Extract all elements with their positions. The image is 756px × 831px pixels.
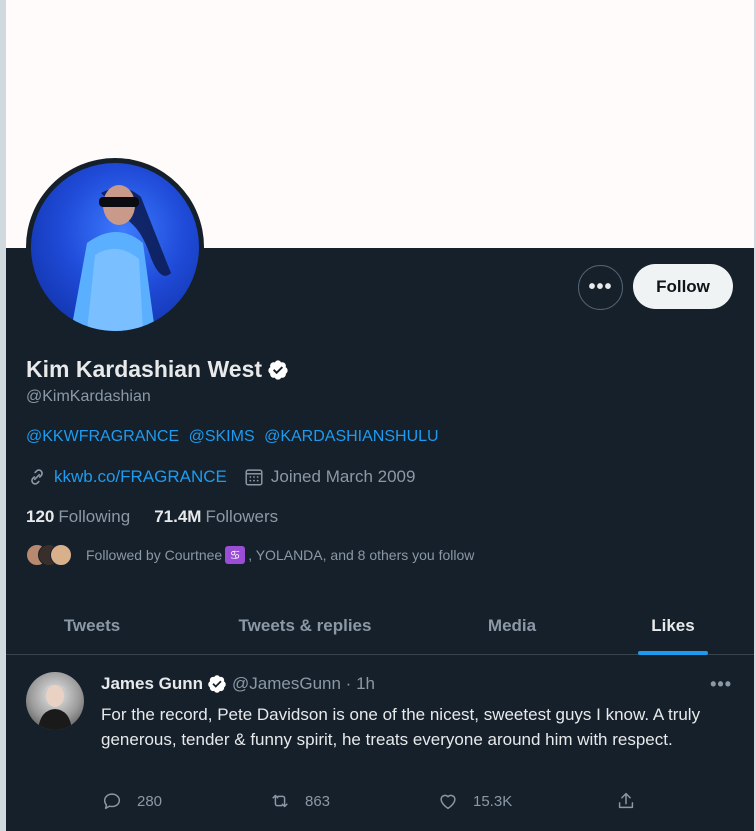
tab-media[interactable]: Media [432,597,592,655]
tweet-card[interactable]: James Gunn @JamesGunn · 1h ••• For the r… [6,656,754,831]
followed-by-avatars [26,544,72,566]
followed-by-row[interactable]: Followed by Courtnee ♋ , YOLANDA, and 8 … [26,544,474,566]
following-stat[interactable]: 120 Following [26,507,130,527]
link-icon [31,469,43,485]
followers-count: 71.4M [154,507,202,526]
tab-label: Tweets & replies [238,616,372,635]
reply-button[interactable]: 280 [101,790,162,812]
more-options-button[interactable]: ••• [578,265,623,310]
reply-count: 280 [137,792,163,810]
followed-by-suffix: , YOLANDA, and 8 others you follow [248,547,475,563]
follow-button[interactable]: Follow [633,264,733,309]
tab-tweets-replies[interactable]: Tweets & replies [178,597,432,655]
share-button[interactable] [615,790,637,812]
verified-badge-icon [208,675,226,693]
profile-meta: kkwb.co/FRAGRANCE Joined March 2009 [26,466,415,488]
bio-link-skims[interactable]: @SKIMS [189,428,255,445]
retweet-button[interactable]: 863 [269,790,330,812]
bio-link-kkwfragrance[interactable]: @KKWFRAGRANCE [26,428,179,445]
tab-tweets[interactable]: Tweets [6,597,178,655]
tab-likes[interactable]: Likes [592,597,754,655]
followed-by-prefix: Followed by Courtnee [86,547,223,563]
bio-link-kardashianshulu[interactable]: @KARDASHIANSHULU [264,428,439,445]
retweet-icon [272,794,288,808]
tweet-author-handle[interactable]: @JamesGunn · 1h [232,674,375,694]
tweet-author-name[interactable]: James Gunn [101,674,203,694]
heart-icon [440,794,456,810]
profile-website-link[interactable]: kkwb.co/FRAGRANCE [54,467,227,487]
profile-avatar-ring[interactable] [26,158,204,336]
tweet-author-avatar[interactable] [26,672,84,730]
follower-avatar [50,544,72,566]
tweet-more-button[interactable]: ••• [710,674,732,695]
profile-name: Kim Kardashian West [26,356,263,382]
profile-stats: 120 Following 71.4M Followers [26,507,278,527]
tab-label: Likes [651,616,695,635]
retweet-count: 863 [305,792,331,810]
tab-label: Tweets [63,616,121,635]
tweet-text: For the record, Pete Davidson is one of … [101,705,701,749]
profile-joined-date: Joined March 2009 [270,467,416,486]
following-count: 120 [26,507,55,526]
followers-stat[interactable]: 71.4M Followers [154,507,278,527]
following-label: Following [58,507,131,526]
profile-bio: @KKWFRAGRANCE @SKIMS @KARDASHIANSHULU [26,428,444,446]
like-button[interactable]: 15.3K [437,790,512,812]
followers-label: Followers [205,507,279,526]
verified-badge-icon [268,359,288,380]
active-tab-indicator [638,651,708,655]
calendar-icon [245,469,263,486]
tweet-header: James Gunn @JamesGunn · 1h [101,674,375,694]
tweet-actions: 280 863 15.3K [101,790,661,814]
tab-label: Media [487,616,537,635]
profile-handle: @KimKardashian [26,388,151,405]
like-count: 15.3K [473,792,513,810]
cancer-emoji-icon: ♋ [225,546,246,564]
profile-tabs: Tweets Tweets & replies Media Likes [6,597,754,655]
author-portrait [38,685,72,730]
reply-icon [103,793,121,810]
profile-avatar[interactable] [31,163,199,331]
avatar-portrait [71,185,171,331]
share-icon [618,792,634,809]
profile-name-row: Kim Kardashian West [26,356,289,383]
